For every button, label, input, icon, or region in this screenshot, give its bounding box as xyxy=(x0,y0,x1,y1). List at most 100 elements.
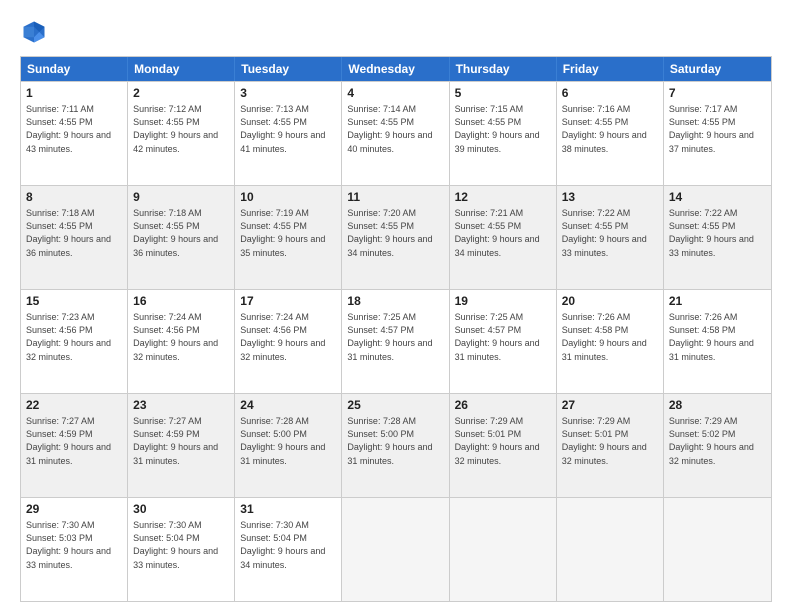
cell-sunrise: Sunrise: 7:24 AMSunset: 4:56 PMDaylight:… xyxy=(133,312,218,362)
day-number: 27 xyxy=(562,397,658,414)
cell-sunrise: Sunrise: 7:30 AMSunset: 5:03 PMDaylight:… xyxy=(26,520,111,570)
header xyxy=(20,18,772,46)
cell-sunrise: Sunrise: 7:29 AMSunset: 5:01 PMDaylight:… xyxy=(455,416,540,466)
day-number: 29 xyxy=(26,501,122,518)
day-number: 28 xyxy=(669,397,766,414)
day-number: 1 xyxy=(26,85,122,102)
day-number: 10 xyxy=(240,189,336,206)
cell-sunrise: Sunrise: 7:14 AMSunset: 4:55 PMDaylight:… xyxy=(347,104,432,154)
cell-sunrise: Sunrise: 7:26 AMSunset: 4:58 PMDaylight:… xyxy=(562,312,647,362)
day-header-thursday: Thursday xyxy=(450,57,557,81)
day-number: 13 xyxy=(562,189,658,206)
day-number: 4 xyxy=(347,85,443,102)
day-number: 24 xyxy=(240,397,336,414)
cell-sunrise: Sunrise: 7:22 AMSunset: 4:55 PMDaylight:… xyxy=(562,208,647,258)
calendar-cell: 17 Sunrise: 7:24 AMSunset: 4:56 PMDayligh… xyxy=(235,290,342,393)
calendar-cell xyxy=(557,498,664,601)
calendar-cell: 24 Sunrise: 7:28 AMSunset: 5:00 PMDayligh… xyxy=(235,394,342,497)
calendar: SundayMondayTuesdayWednesdayThursdayFrid… xyxy=(20,56,772,602)
cell-sunrise: Sunrise: 7:29 AMSunset: 5:01 PMDaylight:… xyxy=(562,416,647,466)
calendar-cell: 10 Sunrise: 7:19 AMSunset: 4:55 PMDayligh… xyxy=(235,186,342,289)
cell-sunrise: Sunrise: 7:28 AMSunset: 5:00 PMDaylight:… xyxy=(240,416,325,466)
calendar-cell: 3Sunrise: 7:13 AMSunset: 4:55 PMDaylight… xyxy=(235,82,342,185)
calendar-cell: 26 Sunrise: 7:29 AMSunset: 5:01 PMDayligh… xyxy=(450,394,557,497)
calendar-cell xyxy=(450,498,557,601)
day-number: 3 xyxy=(240,85,336,102)
day-number: 18 xyxy=(347,293,443,310)
calendar-cell: 19 Sunrise: 7:25 AMSunset: 4:57 PMDayligh… xyxy=(450,290,557,393)
cell-sunrise: Sunrise: 7:25 AMSunset: 4:57 PMDaylight:… xyxy=(347,312,432,362)
calendar-cell: 22Sunrise: 7:27 AMSunset: 4:59 PMDayligh… xyxy=(21,394,128,497)
day-number: 17 xyxy=(240,293,336,310)
calendar-cell: 4 Sunrise: 7:14 AMSunset: 4:55 PMDaylight… xyxy=(342,82,449,185)
calendar-cell: 20 Sunrise: 7:26 AMSunset: 4:58 PMDayligh… xyxy=(557,290,664,393)
calendar-cell: 1 Sunrise: 7:11 AMSunset: 4:55 PMDaylight… xyxy=(21,82,128,185)
cell-sunrise: Sunrise: 7:20 AMSunset: 4:55 PMDaylight:… xyxy=(347,208,432,258)
cell-sunrise: Sunrise: 7:26 AMSunset: 4:58 PMDaylight:… xyxy=(669,312,754,362)
cell-sunrise: Sunrise: 7:19 AMSunset: 4:55 PMDaylight:… xyxy=(240,208,325,258)
day-number: 30 xyxy=(133,501,229,518)
day-number: 14 xyxy=(669,189,766,206)
cell-sunrise: Sunrise: 7:15 AMSunset: 4:55 PMDaylight:… xyxy=(455,104,540,154)
day-number: 21 xyxy=(669,293,766,310)
day-number: 26 xyxy=(455,397,551,414)
day-number: 19 xyxy=(455,293,551,310)
day-number: 25 xyxy=(347,397,443,414)
calendar-cell: 28Sunrise: 7:29 AMSunset: 5:02 PMDayligh… xyxy=(664,394,771,497)
calendar-cell: 16 Sunrise: 7:24 AMSunset: 4:56 PMDayligh… xyxy=(128,290,235,393)
calendar-cell: 25 Sunrise: 7:28 AMSunset: 5:00 PMDayligh… xyxy=(342,394,449,497)
cell-sunrise: Sunrise: 7:18 AMSunset: 4:55 PMDaylight:… xyxy=(133,208,218,258)
cell-sunrise: Sunrise: 7:21 AMSunset: 4:55 PMDaylight:… xyxy=(455,208,540,258)
calendar-cell: 9 Sunrise: 7:18 AMSunset: 4:55 PMDaylight… xyxy=(128,186,235,289)
day-number: 22 xyxy=(26,397,122,414)
cell-sunrise: Sunrise: 7:27 AMSunset: 4:59 PMDaylight:… xyxy=(133,416,218,466)
day-number: 20 xyxy=(562,293,658,310)
calendar-cell: 27 Sunrise: 7:29 AMSunset: 5:01 PMDayligh… xyxy=(557,394,664,497)
calendar-cell: 8Sunrise: 7:18 AMSunset: 4:55 PMDaylight… xyxy=(21,186,128,289)
day-number: 6 xyxy=(562,85,658,102)
cell-sunrise: Sunrise: 7:25 AMSunset: 4:57 PMDaylight:… xyxy=(455,312,540,362)
calendar-cell: 2 Sunrise: 7:12 AMSunset: 4:55 PMDaylight… xyxy=(128,82,235,185)
cell-sunrise: Sunrise: 7:30 AMSunset: 5:04 PMDaylight:… xyxy=(240,520,325,570)
cell-sunrise: Sunrise: 7:22 AMSunset: 4:55 PMDaylight:… xyxy=(669,208,754,258)
cell-sunrise: Sunrise: 7:16 AMSunset: 4:55 PMDaylight:… xyxy=(562,104,647,154)
day-number: 23 xyxy=(133,397,229,414)
calendar-page: SundayMondayTuesdayWednesdayThursdayFrid… xyxy=(0,0,792,612)
cell-sunrise: Sunrise: 7:12 AMSunset: 4:55 PMDaylight:… xyxy=(133,104,218,154)
day-header-tuesday: Tuesday xyxy=(235,57,342,81)
calendar-cell: 6 Sunrise: 7:16 AMSunset: 4:55 PMDaylight… xyxy=(557,82,664,185)
cell-sunrise: Sunrise: 7:23 AMSunset: 4:56 PMDaylight:… xyxy=(26,312,111,362)
day-header-wednesday: Wednesday xyxy=(342,57,449,81)
logo-icon xyxy=(20,18,48,46)
day-header-friday: Friday xyxy=(557,57,664,81)
day-number: 31 xyxy=(240,501,336,518)
calendar-cell: 13 Sunrise: 7:22 AMSunset: 4:55 PMDayligh… xyxy=(557,186,664,289)
calendar-week-4: 22 Sunrise: 7:27 AMSunset: 4:59 PMDayligh… xyxy=(21,393,771,497)
day-number: 16 xyxy=(133,293,229,310)
calendar-week-2: 8Sunrise: 7:18 AMSunset: 4:55 PMDaylight… xyxy=(21,185,771,289)
cell-sunrise: Sunrise: 7:17 AMSunset: 4:55 PMDaylight:… xyxy=(669,104,754,154)
calendar-cell: 14 Sunrise: 7:22 AMSunset: 4:55 PMDayligh… xyxy=(664,186,771,289)
calendar-cell xyxy=(342,498,449,601)
cell-sunrise: Sunrise: 7:11 AMSunset: 4:55 PMDaylight:… xyxy=(26,104,111,154)
cell-sunrise: Sunrise: 7:28 AMSunset: 5:00 PMDaylight:… xyxy=(347,416,432,466)
calendar-cell: 15Sunrise: 7:23 AMSunset: 4:56 PMDayligh… xyxy=(21,290,128,393)
day-number: 9 xyxy=(133,189,229,206)
day-header-sunday: Sunday xyxy=(21,57,128,81)
day-number: 2 xyxy=(133,85,229,102)
cell-sunrise: Sunrise: 7:24 AMSunset: 4:56 PMDaylight:… xyxy=(240,312,325,362)
calendar-cell: 11Sunrise: 7:20 AMSunset: 4:55 PMDayligh… xyxy=(342,186,449,289)
calendar-cell: 31 Sunrise: 7:30 AMSunset: 5:04 PMDayligh… xyxy=(235,498,342,601)
cell-sunrise: Sunrise: 7:30 AMSunset: 5:04 PMDaylight:… xyxy=(133,520,218,570)
calendar-cell: 5 Sunrise: 7:15 AMSunset: 4:55 PMDaylight… xyxy=(450,82,557,185)
day-number: 7 xyxy=(669,85,766,102)
calendar-cell: 23 Sunrise: 7:27 AMSunset: 4:59 PMDayligh… xyxy=(128,394,235,497)
day-number: 12 xyxy=(455,189,551,206)
calendar-cell: 7 Sunrise: 7:17 AMSunset: 4:55 PMDaylight… xyxy=(664,82,771,185)
calendar-cell: 12 Sunrise: 7:21 AMSunset: 4:55 PMDayligh… xyxy=(450,186,557,289)
calendar-cell xyxy=(664,498,771,601)
day-header-saturday: Saturday xyxy=(664,57,771,81)
day-number: 5 xyxy=(455,85,551,102)
calendar-week-3: 15Sunrise: 7:23 AMSunset: 4:56 PMDayligh… xyxy=(21,289,771,393)
calendar-cell: 21 Sunrise: 7:26 AMSunset: 4:58 PMDayligh… xyxy=(664,290,771,393)
